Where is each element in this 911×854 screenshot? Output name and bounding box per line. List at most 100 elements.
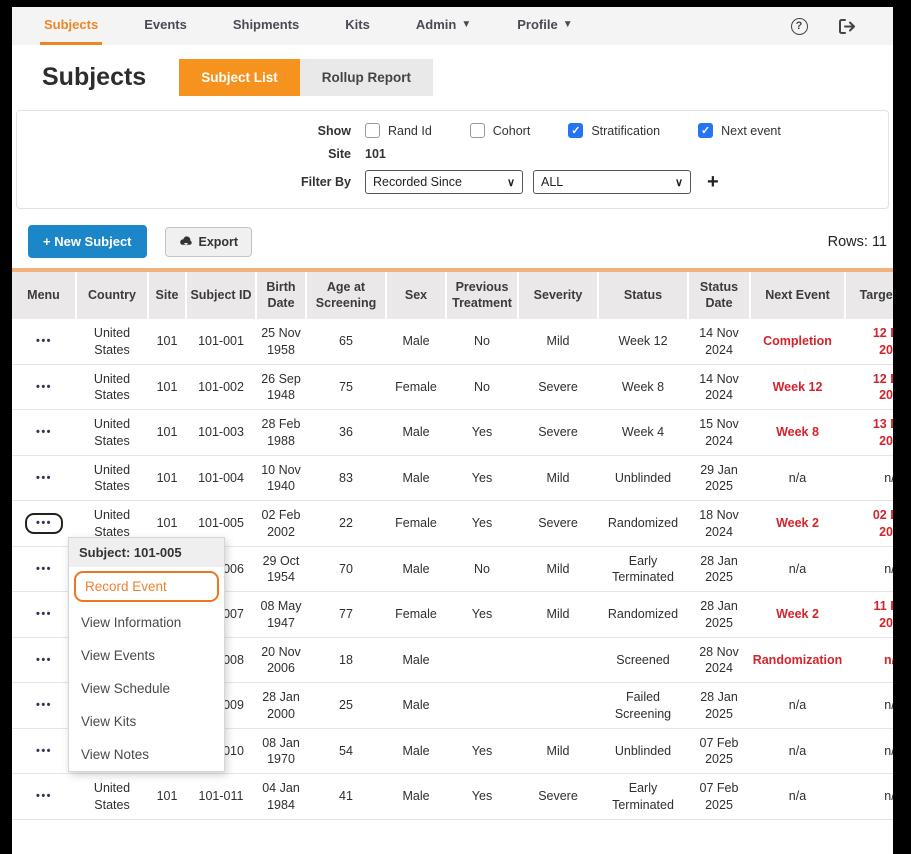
row-menu-button[interactable]: ••• — [25, 650, 63, 670]
row-menu-button[interactable]: ••• — [25, 331, 63, 351]
cell-country: United States — [76, 774, 148, 820]
tab-subject-list[interactable]: Subject List — [179, 59, 300, 96]
filter-selects: Recorded Since∨ ALL∨ + — [365, 170, 719, 194]
cell-status: Week 4 — [598, 410, 688, 456]
filter-by-label: Filter By — [17, 175, 351, 189]
nav-item-shipments[interactable]: Shipments — [229, 7, 303, 45]
cell-severity: Severe — [518, 410, 598, 456]
checkbox-rand-id[interactable]: Rand Id — [365, 123, 432, 138]
target-date-value: 13 Dec 2024 — [864, 416, 893, 449]
context-menu-item-record-event[interactable]: Record Event — [74, 571, 219, 602]
cell-severity: Mild — [518, 455, 598, 501]
context-menu-item-view-notes[interactable]: View Notes — [69, 738, 224, 771]
filter-select-value: ALL — [541, 175, 563, 189]
cell-severity: Severe — [518, 364, 598, 410]
cell-age: 77 — [306, 592, 386, 638]
app-window: Subjects Events Shipments Kits Admin ▼ Profile… — [12, 7, 893, 854]
checked-checkbox-icon: ✓ — [568, 123, 583, 138]
cell-sex: Male — [386, 319, 446, 364]
cell-next-event: n/a — [750, 546, 845, 592]
checkbox-label: Rand Id — [388, 124, 432, 138]
filter-by-row: Filter By Recorded Since∨ ALL∨ + — [17, 170, 878, 194]
row-menu-button[interactable]: ••• — [25, 786, 63, 806]
nav-item-kits[interactable]: Kits — [341, 7, 374, 45]
context-menu-item-view-events[interactable]: View Events — [69, 639, 224, 672]
row-menu-button[interactable]: ••• — [25, 695, 63, 715]
cell-previous-treatment: Yes — [446, 455, 518, 501]
row-menu-button[interactable]: ••• — [25, 468, 63, 488]
page-title: Subjects — [42, 63, 146, 92]
row-menu-button[interactable]: ••• — [25, 559, 63, 579]
chevron-down-icon: ▼ — [461, 19, 471, 30]
nav-item-admin[interactable]: Admin ▼ — [412, 7, 475, 45]
cell-menu: ••• — [12, 546, 76, 592]
row-menu-button[interactable]: ••• — [25, 741, 63, 761]
new-subject-button[interactable]: + New Subject — [28, 225, 147, 258]
row-menu-button[interactable]: ••• — [25, 422, 63, 442]
target-date-value: n/a — [884, 697, 893, 713]
checkbox-next-event[interactable]: ✓Next event — [698, 123, 781, 138]
cell-birth-date: 26 Sep 1948 — [256, 364, 306, 410]
logout-icon[interactable] — [837, 16, 857, 36]
nav-item-subjects[interactable]: Subjects — [40, 7, 102, 45]
export-button[interactable]: Export — [165, 227, 253, 257]
cell-country: United States — [76, 364, 148, 410]
cell-age: 22 — [306, 501, 386, 547]
context-menu-item-view-information[interactable]: View Information — [69, 606, 224, 639]
cell-status: Randomized — [598, 501, 688, 547]
cell-next-event: n/a — [750, 683, 845, 729]
nav-item-label: Events — [144, 17, 187, 32]
cell-status-date: 28 Jan 2025 — [688, 546, 750, 592]
checkbox-stratification[interactable]: ✓Stratification — [568, 123, 660, 138]
cell-target-date: n/a — [845, 455, 893, 501]
add-filter-button[interactable]: + — [707, 171, 719, 194]
cell-age: 54 — [306, 728, 386, 774]
cell-subject-id: 101-001 — [186, 319, 256, 364]
table-row: •••United States101101-00410 Nov 194083M… — [12, 455, 893, 501]
unchecked-checkbox-icon — [470, 123, 485, 138]
cell-age: 25 — [306, 683, 386, 729]
cell-next-event: Week 12 — [750, 364, 845, 410]
table-header-row: MenuCountrySiteSubject IDBirth DateAge a… — [12, 270, 893, 319]
nav-items: Subjects Events Shipments Kits Admin ▼ Profile… — [40, 7, 615, 45]
context-menu-item-view-kits[interactable]: View Kits — [69, 705, 224, 738]
cell-severity: Mild — [518, 592, 598, 638]
row-menu-button[interactable]: ••• — [25, 513, 63, 533]
cell-previous-treatment: Yes — [446, 410, 518, 456]
checkbox-cohort[interactable]: Cohort — [470, 123, 531, 138]
target-date-value: 02 Dec 2024 — [864, 507, 893, 540]
nav-item-profile[interactable]: Profile▼ — [513, 7, 576, 45]
help-icon[interactable]: ? — [789, 16, 809, 36]
checkbox-label: Cohort — [493, 124, 531, 138]
filter-select-value: Recorded Since — [373, 175, 462, 189]
cell-status: Screened — [598, 637, 688, 683]
cell-subject-id: 101-002 — [186, 364, 256, 410]
row-menu-button[interactable]: ••• — [25, 377, 63, 397]
nav-item-events[interactable]: Events — [140, 7, 191, 45]
site-value: 101 — [365, 147, 386, 161]
cell-site: 101 — [148, 319, 186, 364]
cell-target-date: 12 Dec 2024 — [845, 364, 893, 410]
cell-previous-treatment: No — [446, 546, 518, 592]
cell-menu: ••• — [12, 455, 76, 501]
top-navigation: Subjects Events Shipments Kits Admin ▼ Profile… — [12, 7, 893, 45]
target-date-value: n/a — [884, 788, 893, 804]
row-menu-button[interactable]: ••• — [25, 604, 63, 624]
cell-sex: Female — [386, 364, 446, 410]
filter-select-1[interactable]: Recorded Since∨ — [365, 170, 523, 194]
cloud-download-icon — [179, 236, 193, 247]
cell-target-date: n/a — [845, 546, 893, 592]
cell-next-event: Week 8 — [750, 410, 845, 456]
cell-status-date: 14 Nov 2024 — [688, 319, 750, 364]
cell-status: Week 12 — [598, 319, 688, 364]
filter-select-2[interactable]: ALL∨ — [533, 170, 691, 194]
cell-age: 75 — [306, 364, 386, 410]
target-date-value: 12 Dec 2024 — [864, 325, 893, 358]
cell-sex: Male — [386, 637, 446, 683]
export-label: Export — [199, 235, 239, 249]
nav-item-label: Admin — [416, 17, 456, 32]
cell-severity: Mild — [518, 319, 598, 364]
tab-rollup-report[interactable]: Rollup Report — [300, 59, 433, 96]
context-menu-item-view-schedule[interactable]: View Schedule — [69, 672, 224, 705]
column-header-site: Site — [148, 270, 186, 319]
